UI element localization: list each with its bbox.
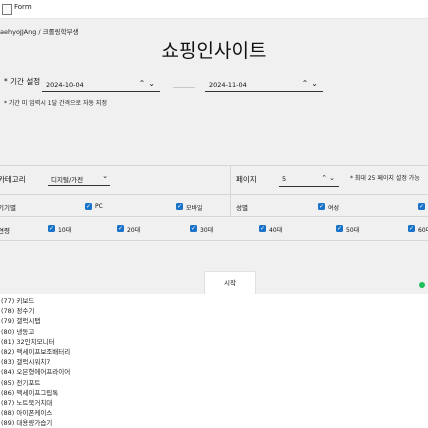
age-50-label: 50대 <box>346 227 360 234</box>
period-bullet: * <box>4 77 8 86</box>
status-indicator <box>419 282 425 288</box>
period-label: * 기간 설정 <box>4 76 40 87</box>
panel-divider-top <box>0 165 428 166</box>
log-item: (84) 오븐형에어프라이어 <box>1 368 71 377</box>
log-item: (77) 키보드 <box>1 297 35 305</box>
chevron-down-icon: ⌄ <box>102 172 108 180</box>
end-date-value: 2024-11-04 <box>209 81 247 89</box>
gender-female-label: 여성 <box>328 205 340 212</box>
page-label: 페이지 <box>236 175 257 184</box>
log-item: (86) 맥세이프그립톡 <box>1 388 59 397</box>
age-50-checkbox[interactable]: ✓ <box>336 225 343 232</box>
start-date-spin-arrows[interactable]: ⌃⌄ <box>139 79 158 88</box>
panel-divider-1 <box>0 194 428 195</box>
page-title: 쇼핑인사이트 <box>161 40 267 62</box>
category-label: 카테고리 <box>0 175 26 184</box>
page-note: * 최대 25 페이지 설정 가능 <box>350 175 420 182</box>
period-note: * 기간 미 입력시 1달 간격으로 자동 지정 <box>4 100 107 107</box>
log-item: (85) 전기포트 <box>1 378 41 387</box>
panel-divider-vertical <box>230 165 231 216</box>
result-log-list[interactable]: (77) 키보드 (78) 정수기 (79) 갤럭시탭 (80) 냉동고 (81… <box>0 294 428 428</box>
start-date-picker[interactable]: 2024-10-04 ⌃⌄ <box>42 79 160 92</box>
start-button[interactable]: 시작 <box>204 271 256 295</box>
category-select[interactable]: 디지털/가전 ⌄ <box>48 172 110 186</box>
age-30-label: 30대 <box>200 227 214 234</box>
device-mobile-label: 모바일 <box>186 205 203 212</box>
log-item: (83) 갤럭시워치7 <box>1 358 51 367</box>
panel-divider-bottom <box>0 240 428 241</box>
start-date-value: 2024-10-04 <box>46 81 84 89</box>
page-value: 5 <box>282 175 287 183</box>
age-40-label: 40대 <box>269 227 283 234</box>
log-item: (89) 대용량가습기 <box>1 419 53 428</box>
breadcrumb: aehyoJJAng / 크롤링학부생 <box>0 28 79 36</box>
device-pc-checkbox[interactable]: ✓ <box>85 203 92 210</box>
age-label: 연령 <box>0 227 10 235</box>
log-item: (87) 노트북거치대 <box>1 399 53 407</box>
age-10-checkbox[interactable]: ✓ <box>48 225 55 232</box>
age-60-label: 60대 <box>418 227 428 234</box>
period-separator <box>173 87 195 88</box>
age-60-checkbox[interactable]: ✓ <box>408 225 415 232</box>
age-10-label: 10대 <box>58 227 72 234</box>
gender-male-checkbox[interactable]: ✓ <box>418 203 425 210</box>
age-40-checkbox[interactable]: ✓ <box>259 225 266 232</box>
age-20-label: 20대 <box>127 227 141 234</box>
page-spinbox[interactable]: 5 ⌃⌄ <box>279 174 339 187</box>
page-spin-arrows[interactable]: ⌃⌄ <box>321 174 337 182</box>
end-date-spin-arrows[interactable]: ⌃⌄ <box>302 79 321 88</box>
gender-label: 성별 <box>236 204 248 212</box>
log-item: (82) 맥세이프보조배터리 <box>1 348 71 356</box>
period-label-text: 기간 설정 <box>10 77 41 86</box>
gender-female-checkbox[interactable]: ✓ <box>318 203 325 210</box>
log-item: (78) 정수기 <box>1 307 35 316</box>
category-value: 디지털/가전 <box>51 176 84 184</box>
device-mobile-checkbox[interactable]: ✓ <box>176 203 183 210</box>
log-item: (81) 32인치모니터 <box>1 337 55 346</box>
device-label: 기기별 <box>0 204 16 212</box>
window-title: Form <box>14 3 32 11</box>
log-item: (80) 냉동고 <box>1 327 35 336</box>
age-30-checkbox[interactable]: ✓ <box>190 225 197 232</box>
device-pc-label: PC <box>95 203 103 210</box>
app-icon <box>2 4 12 15</box>
title-bar: Form <box>0 0 428 19</box>
log-item: (79) 갤럭시탭 <box>1 317 41 326</box>
age-20-checkbox[interactable]: ✓ <box>117 225 124 232</box>
end-date-picker[interactable]: 2024-11-04 ⌃⌄ <box>205 79 323 92</box>
panel-divider-2 <box>0 216 428 217</box>
log-item: (88) 아이폰케이스 <box>1 409 53 418</box>
